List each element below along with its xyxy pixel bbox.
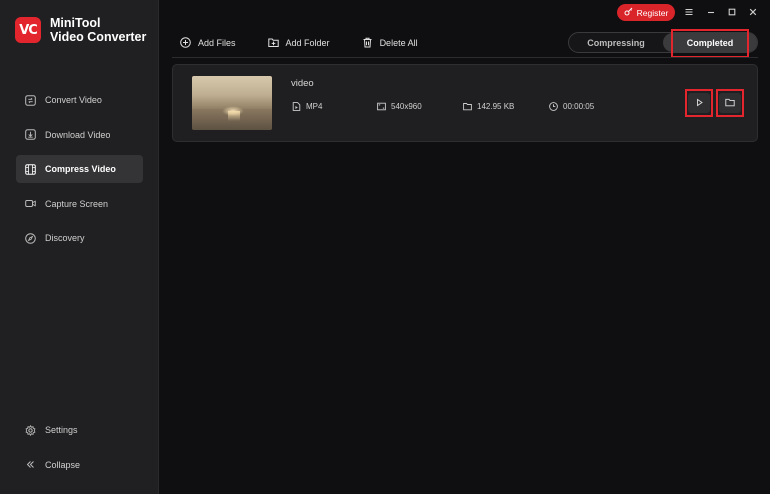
collapse-icon [25, 459, 36, 470]
sidebar-item-label: Collapse [45, 459, 81, 470]
menu-icon[interactable] [682, 5, 696, 19]
plus-circle-icon [180, 37, 191, 48]
file-duration: 00:00:05 [549, 102, 594, 111]
play-button[interactable] [688, 93, 710, 113]
add-folder-label: Add Folder [285, 37, 330, 48]
minimize-icon[interactable] [704, 5, 718, 19]
toolbar-divider [172, 57, 758, 58]
sidebar-item-label: Download Video [45, 129, 111, 140]
open-folder-button[interactable] [719, 93, 741, 113]
app-name-line2: Video Converter [50, 30, 147, 44]
add-folder-button[interactable]: Add Folder [267, 37, 330, 48]
status-tabs: Compressing Completed [568, 32, 758, 53]
sidebar-item-label: Convert Video [45, 95, 102, 105]
folder-icon [463, 102, 472, 111]
sidebar-item-download-video[interactable]: Download Video [16, 121, 143, 149]
file-icon [292, 102, 301, 111]
tab-completed[interactable]: Completed [663, 33, 757, 52]
video-thumbnail [192, 76, 272, 130]
sidebar-item-label: Capture Screen [45, 198, 109, 209]
file-size-value: 142.95 KB [477, 102, 515, 111]
sidebar-item-label: Compress Video [45, 164, 116, 174]
sidebar: VC MiniTool Video Converter Convert Vide… [0, 0, 159, 494]
folder-plus-icon [267, 37, 279, 48]
key-icon [624, 7, 633, 18]
add-files-label: Add Files [198, 37, 236, 48]
sidebar-item-label: Settings [45, 425, 78, 435]
file-resolution: 540x960 [377, 102, 422, 111]
toolbar: Add Files Add Folder Delete All [180, 37, 450, 48]
trash-icon [362, 37, 373, 48]
app-window: VC MiniTool Video Converter Convert Vide… [0, 0, 770, 494]
file-size: 142.95 KB [463, 102, 514, 111]
add-files-button[interactable]: Add Files [180, 37, 236, 48]
app-name-line1: MiniTool [50, 16, 101, 30]
tab-compressing[interactable]: Compressing [569, 33, 663, 52]
folder-icon [725, 94, 735, 112]
close-icon[interactable] [746, 5, 760, 19]
compress-icon [25, 163, 36, 175]
sidebar-item-compress-video[interactable]: Compress Video [16, 155, 143, 183]
play-icon [695, 94, 704, 112]
sidebar-item-capture-screen[interactable]: Capture Screen [16, 190, 143, 218]
maximize-icon[interactable] [725, 5, 739, 19]
clock-icon [549, 102, 558, 111]
sidebar-bottom: Settings Collapse [16, 416, 143, 485]
file-format-value: MP4 [306, 102, 323, 111]
delete-all-label: Delete All [379, 37, 418, 48]
file-format: MP4 [292, 102, 322, 111]
file-resolution-value: 540x960 [391, 102, 422, 111]
sidebar-item-discovery[interactable]: Discovery [16, 224, 143, 252]
download-icon [25, 129, 36, 140]
sidebar-item-collapse[interactable]: Collapse [16, 451, 143, 479]
register-button[interactable]: Register [617, 4, 675, 21]
convert-icon [25, 94, 36, 106]
file-duration-value: 00:00:05 [563, 102, 595, 111]
register-label: Register [636, 7, 669, 18]
sidebar-item-label: Discovery [45, 233, 85, 243]
sidebar-nav: Convert Video Download Video Compress Vi… [16, 86, 143, 259]
sidebar-item-settings[interactable]: Settings [16, 416, 143, 444]
file-name: video [291, 78, 314, 89]
thumbnail-glare [228, 111, 240, 121]
sidebar-item-convert-video[interactable]: Convert Video [16, 86, 143, 114]
gear-icon [25, 424, 36, 436]
logo-icon: VC [15, 17, 41, 43]
delete-all-button[interactable]: Delete All [362, 37, 418, 48]
resolution-icon [377, 102, 386, 111]
app-name: MiniTool Video Converter [50, 16, 146, 44]
file-item: video MP4 540x960 142.95 KB 00:00:05 [172, 64, 758, 142]
compass-icon [25, 232, 36, 244]
camera-icon [25, 198, 36, 209]
app-logo: VC MiniTool Video Converter [15, 16, 146, 44]
